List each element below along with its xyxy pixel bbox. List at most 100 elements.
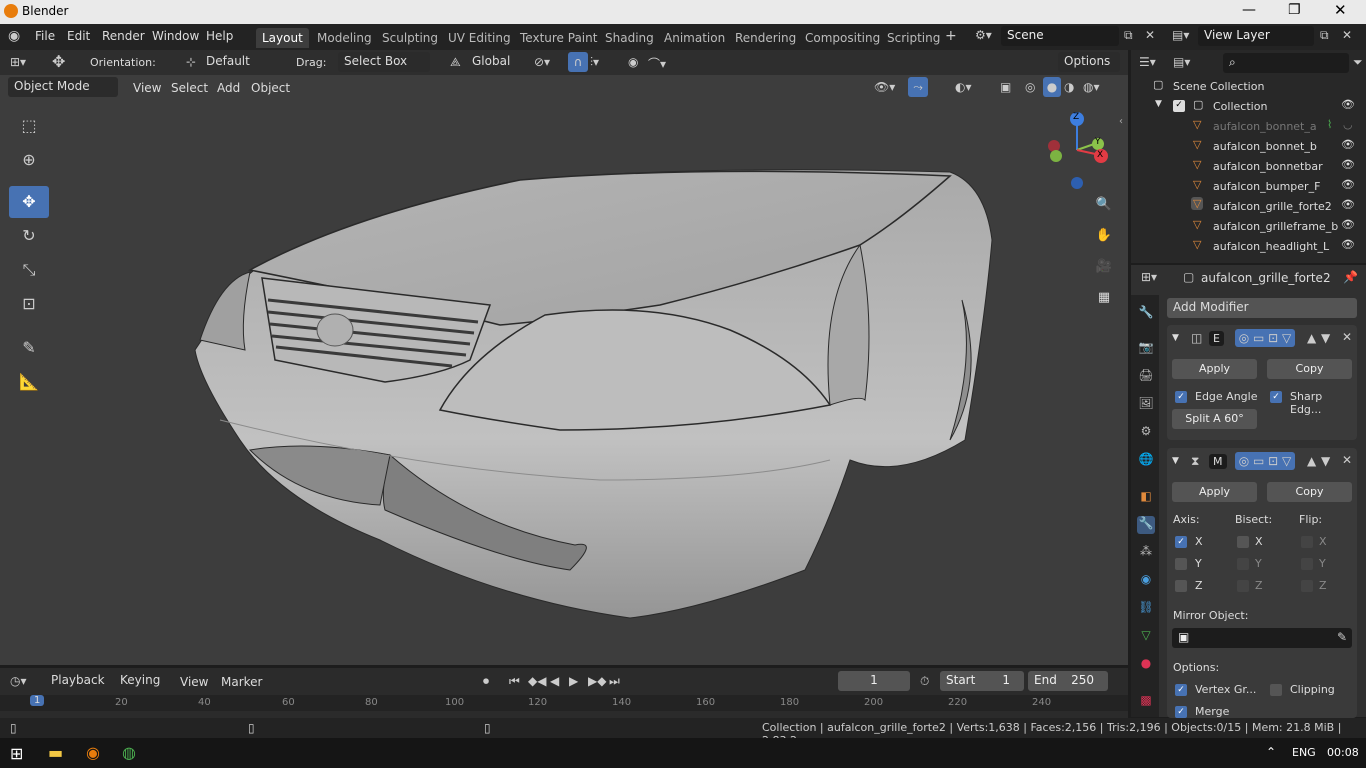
- outliner-row-object[interactable]: ▽ aufalcon_bonnet_a ⌇ ◡: [1131, 117, 1366, 137]
- 3d-viewport[interactable]: [0, 50, 1128, 665]
- collapse-sidebar-icon[interactable]: ‹: [1119, 116, 1123, 127]
- render-tab-icon[interactable]: 📷: [1137, 340, 1155, 358]
- constraints-tab-icon[interactable]: ⛓: [1137, 600, 1155, 618]
- data-tab-icon[interactable]: ▽: [1137, 628, 1155, 646]
- eye-icon[interactable]: 👁: [1341, 138, 1355, 151]
- select-box-icon[interactable]: ⬚: [9, 110, 49, 142]
- move-up-icon[interactable]: ▲: [1307, 331, 1316, 345]
- maximize-icon[interactable]: ❐: [1288, 2, 1301, 18]
- texture-tab-icon[interactable]: ▩: [1137, 693, 1155, 711]
- axis-z-checkbox[interactable]: [1175, 580, 1187, 592]
- eye-icon[interactable]: 👁: [1341, 218, 1355, 231]
- collapse-icon[interactable]: ▼: [1172, 333, 1179, 343]
- play-icon[interactable]: ▶: [569, 674, 578, 688]
- jump-start-icon[interactable]: ⏮: [509, 674, 520, 689]
- outliner-row-collection[interactable]: ▼ ✓ ▢ Collection 👁: [1131, 97, 1366, 117]
- menu-edit[interactable]: Edit: [67, 29, 90, 43]
- sharp-edges-checkbox[interactable]: ✓: [1270, 391, 1282, 403]
- checkbox-icon[interactable]: ✓: [1173, 100, 1185, 112]
- material-tab-icon[interactable]: ●: [1137, 656, 1155, 674]
- viewport-menu-add[interactable]: Add: [217, 81, 240, 95]
- options-dropdown[interactable]: Options: [1058, 52, 1120, 72]
- file-explorer-icon[interactable]: ▬: [48, 743, 63, 762]
- collapse-icon[interactable]: ▼: [1172, 456, 1179, 466]
- tab-compositing[interactable]: Compositing: [799, 28, 886, 48]
- object-tab-icon[interactable]: ◧: [1137, 489, 1155, 507]
- eyedropper-icon[interactable]: ✎: [1337, 630, 1347, 644]
- menu-render[interactable]: Render: [102, 29, 145, 43]
- outliner-row-object[interactable]: ▽ aufalcon_headlight_L 👁: [1131, 237, 1366, 257]
- move-up-icon[interactable]: ▲: [1307, 454, 1316, 468]
- snap-icon[interactable]: ∩: [568, 52, 588, 72]
- clock[interactable]: 00:08: [1327, 746, 1359, 759]
- windows-start-icon[interactable]: ⊞: [10, 744, 23, 763]
- outliner-row-object[interactable]: ▽ aufalcon_bonnet_b 👁: [1131, 137, 1366, 157]
- playhead[interactable]: 1: [30, 695, 45, 706]
- outliner-row-object-selected[interactable]: ▽ aufalcon_grille_forte2 👁: [1131, 197, 1366, 217]
- move-icon[interactable]: ✥: [9, 186, 49, 218]
- outliner-row-object[interactable]: ▽ aufalcon_grilleframe_b 👁: [1131, 217, 1366, 237]
- tab-uv-editing[interactable]: UV Editing: [442, 28, 517, 48]
- physics-tab-icon[interactable]: ◉: [1137, 572, 1155, 590]
- world-tab-icon[interactable]: 🌐: [1137, 452, 1155, 470]
- eye-icon[interactable]: 👁: [1341, 158, 1355, 171]
- move-tool-icon[interactable]: ✥: [52, 52, 65, 71]
- output-tab-icon[interactable]: 🖨: [1137, 368, 1155, 386]
- camera-icon[interactable]: 🎥: [1092, 255, 1116, 279]
- render-toggle-icon[interactable]: ◎ ▭ ⊡ ▽: [1235, 329, 1295, 347]
- material-shading-icon[interactable]: ◑: [1064, 80, 1074, 94]
- timeline-editor-icon[interactable]: ◷▾: [10, 674, 27, 688]
- scene-tab-icon[interactable]: ⚙: [1137, 424, 1155, 442]
- outliner-row-object[interactable]: ▽ aufalcon_bonnetbar 👁: [1131, 157, 1366, 177]
- outliner-editor-icon[interactable]: ☰▾: [1139, 55, 1156, 69]
- remove-modifier-icon[interactable]: ✕: [1342, 453, 1352, 467]
- keying-dropdown[interactable]: Keying: [114, 671, 166, 691]
- delete-view-layer-icon[interactable]: ✕: [1342, 28, 1352, 42]
- tab-layout[interactable]: Layout: [256, 28, 309, 48]
- tab-modeling[interactable]: Modeling: [311, 28, 378, 48]
- rendered-shading-icon[interactable]: ◍▾: [1083, 80, 1100, 94]
- eye-icon[interactable]: 👁: [1341, 198, 1355, 211]
- tab-rendering[interactable]: Rendering: [729, 28, 802, 48]
- add-workspace-icon[interactable]: +: [945, 28, 957, 44]
- vertex-groups-checkbox[interactable]: ✓: [1175, 684, 1187, 696]
- blender-menu-icon[interactable]: ◉: [8, 28, 20, 44]
- filter-icon[interactable]: ⏷: [1353, 55, 1363, 70]
- view-layer-tab-icon[interactable]: 🖼: [1137, 396, 1155, 414]
- snap-target-icon[interactable]: ⫶▾: [590, 55, 599, 70]
- tab-shading[interactable]: Shading: [599, 28, 660, 48]
- close-icon[interactable]: ✕: [1334, 1, 1347, 19]
- eye-icon[interactable]: 👁: [1341, 238, 1355, 251]
- transform-icon[interactable]: ⊡: [9, 288, 49, 320]
- new-view-layer-icon[interactable]: ⧉: [1320, 28, 1329, 43]
- edge-angle-checkbox[interactable]: ✓: [1175, 391, 1187, 403]
- particles-tab-icon[interactable]: ⁂: [1137, 544, 1155, 562]
- flip-z-checkbox[interactable]: [1301, 580, 1313, 592]
- move-down-icon[interactable]: ▼: [1321, 454, 1330, 468]
- wireframe-shading-icon[interactable]: ◎: [1025, 80, 1035, 94]
- drag-dropdown[interactable]: Select Box: [338, 52, 430, 72]
- minimize-icon[interactable]: —: [1242, 2, 1256, 18]
- split-angle-field[interactable]: Split A 60°: [1172, 409, 1257, 429]
- copy-button[interactable]: Copy: [1267, 359, 1352, 379]
- render-toggle-icon[interactable]: ◎ ▭ ⊡ ▽: [1235, 452, 1295, 470]
- prev-keyframe-icon[interactable]: ◆◀: [528, 674, 546, 688]
- axis-x-checkbox[interactable]: ✓: [1175, 536, 1187, 548]
- transform-dropdown[interactable]: Global: [466, 52, 526, 72]
- blender-taskbar-icon[interactable]: ◉: [86, 743, 100, 762]
- tab-texture-paint[interactable]: Texture Paint: [514, 28, 603, 48]
- outliner-row-object[interactable]: ▽ aufalcon_bumper_F 👁: [1131, 177, 1366, 197]
- tab-animation[interactable]: Animation: [658, 28, 731, 48]
- editor-type-icon[interactable]: ⊞▾: [10, 55, 26, 69]
- record-icon[interactable]: ⏺: [483, 674, 489, 689]
- language-indicator[interactable]: ENG: [1292, 746, 1316, 759]
- eye-icon[interactable]: 👁: [1341, 178, 1355, 191]
- modifier-name-field[interactable]: M: [1209, 454, 1227, 469]
- play-reverse-icon[interactable]: ◀: [550, 674, 559, 688]
- mirror-object-field[interactable]: ▣: [1172, 628, 1352, 648]
- menu-window[interactable]: Window: [152, 29, 199, 43]
- modifier-name-field[interactable]: E: [1209, 331, 1224, 346]
- view-layer-icon[interactable]: ▤▾: [1172, 28, 1189, 42]
- visibility-icon[interactable]: 👁▾: [874, 80, 895, 94]
- pan-hand-icon[interactable]: ✋: [1092, 224, 1116, 248]
